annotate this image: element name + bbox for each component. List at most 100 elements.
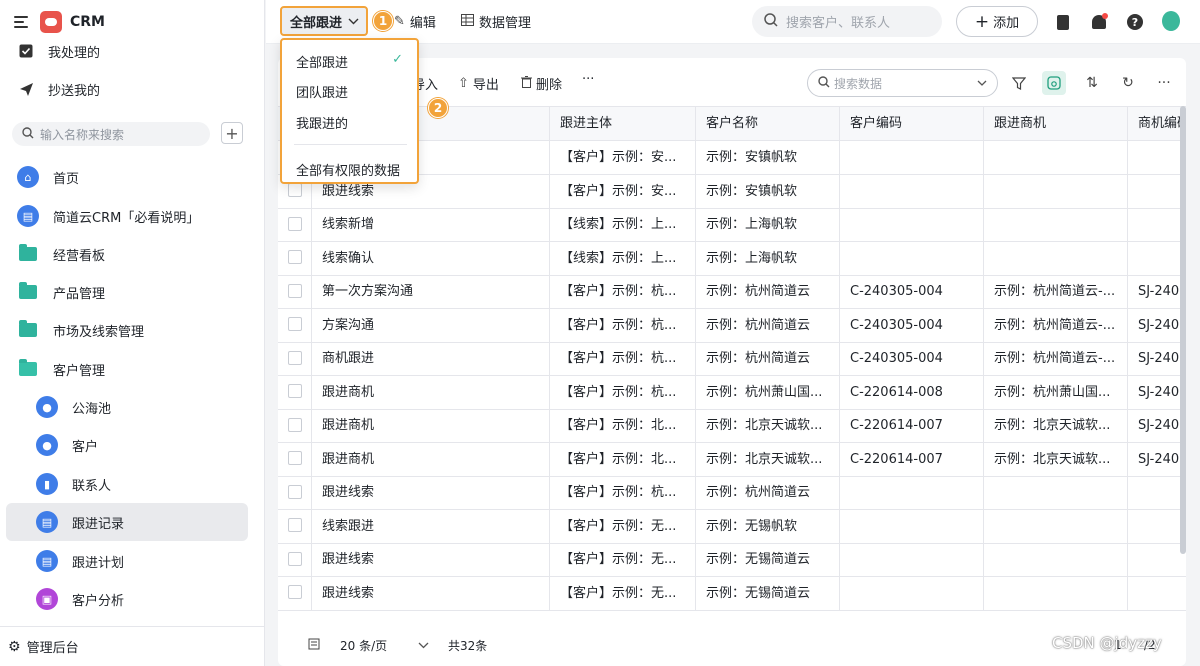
table-row[interactable]: 第一次方案沟通 【客户】示例：杭... 示例：杭州简道云 C-240305-004 示例… [278,275,1186,309]
table-row[interactable]: 方案沟通 【客户】示例：杭... 示例：杭州简道云 C-240305-004 示例：杭州… [278,308,1186,343]
table-cell: 示例：北京天诚软... [696,409,840,443]
data-manage-button[interactable]: 数据管理 [461,12,531,31]
table-row[interactable]: 线索确认 【线索】示例：上... 示例：上海帆软 [278,241,1186,276]
table-cell: 示例：北京天诚软... [984,442,1128,477]
table-row[interactable]: 线索跟进 【客户】示例：无... 示例：无锡帆软 [278,509,1186,544]
add-item-button[interactable]: + [221,122,243,144]
table-cell: 【客户】示例：无... [550,543,696,577]
table-row[interactable]: 跟进线索 【客户】示例：无... 示例：无锡简道云 [278,543,1186,577]
dropdown-item-all[interactable]: 全部跟进 [296,52,348,71]
sidebar-item-contacts[interactable]: ▮ 联系人 [6,465,248,503]
sidebar-item-public-pool[interactable]: ● 公海池 [6,388,248,426]
page-size-select[interactable]: 20 条/页 [340,637,387,654]
table-cell: 示例：安镇帆软 [696,141,840,175]
table-cell: 示例：杭州简道云 [696,308,840,343]
delete-button[interactable]: 删除 [521,74,562,93]
help-icon[interactable]: ? [1126,13,1144,31]
table-cell: 示例：杭州简道云-... [984,308,1128,343]
form-icon: ▤ [36,511,58,533]
global-search-input[interactable]: 搜索客户、联系人 [752,6,942,37]
table-row[interactable]: 线索新增 【线索】示例：上... 示例：上海帆软 [278,208,1186,242]
table-row[interactable]: 跟进商机 【客户】示例：北... 示例：北京天诚软... C-220614-007 示例… [278,442,1186,477]
row-checkbox[interactable] [288,216,302,231]
chevron-down-icon[interactable] [418,639,429,652]
sidebar-item-follow-plans[interactable]: ▤ 跟进计划 [6,542,248,580]
refresh-icon[interactable]: ↻ [1116,71,1140,95]
more-icon[interactable]: ··· [1152,71,1176,95]
sidebar-item-dashboard[interactable]: 经营看板 [6,235,248,273]
sidebar-item-guide[interactable]: ▤ 简道云CRM「必看说明」 [6,197,248,235]
table-cell: 【客户】示例：北... [550,409,696,443]
row-select-cell [278,375,312,410]
sidebar-link-my-handled[interactable]: 我处理的 [18,40,100,62]
dropdown-item-team[interactable]: 团队跟进 [296,82,348,101]
dropdown-item-mine[interactable]: 我跟进的 [296,113,348,132]
table-cell: 【线索】示例：上... [550,241,696,276]
sort-icon[interactable]: ⇅ [1080,71,1104,95]
contact-icon: ▮ [36,473,58,495]
bell-icon[interactable] [1090,13,1108,31]
table-cell: 示例：安镇帆软 [696,174,840,209]
admin-console-link[interactable]: ⚙ 管理后台 [0,626,265,666]
vertical-scrollbar[interactable] [1180,106,1186,554]
table-row[interactable]: 跟进线索 【客户】示例：无... 示例：无锡简道云 [278,576,1186,611]
row-checkbox[interactable] [288,551,302,566]
sidebar-item-follow-records[interactable]: ▤ 跟进记录 [6,503,248,541]
table-row[interactable]: 商机跟进 【客户】示例：杭... 示例：杭州简道云 C-240305-004 示例：杭州… [278,342,1186,376]
row-checkbox[interactable] [288,384,302,398]
table-row[interactable]: 跟进线索 【客户】示例：杭... 示例：杭州简道云 [278,476,1186,510]
row-select-cell [278,576,312,611]
view-selector-button[interactable]: 全部跟进 [280,6,368,36]
row-checkbox[interactable] [288,183,302,197]
row-checkbox[interactable] [288,518,302,532]
table-cell: 示例：杭州简道云 [696,275,840,309]
table-cell: 跟进线索 [312,543,550,577]
sidebar-item-customers[interactable]: ● 客户 [6,426,248,464]
sidebar-item-label: 经营看板 [53,248,106,264]
add-button[interactable]: + 添加 [956,6,1038,37]
more-actions-button[interactable]: ··· [582,72,594,87]
table-cell [984,476,1128,510]
menu-icon[interactable] [14,16,28,28]
data-manage-label: 数据管理 [479,16,532,31]
export-button[interactable]: ⇧ 导出 [458,74,499,93]
header-cell: 跟进主体 [550,107,696,141]
sidebar-item-customer-analysis[interactable]: ▣ 客户分析 [6,580,248,618]
row-checkbox[interactable] [288,250,302,264]
row-checkbox[interactable] [288,484,302,499]
data-search-input[interactable]: 搜索数据 [807,69,998,97]
sidebar-item-home[interactable]: ⌂ 首页 [6,158,248,196]
table-row[interactable]: 跟进商机 【客户】示例：北... 示例：北京天诚软... C-220614-007 示例… [278,409,1186,443]
chevron-down-icon [977,78,987,89]
table-cell: 【客户】示例：安... [550,141,696,175]
add-label: 添加 [993,16,1020,31]
row-checkbox[interactable] [288,417,302,432]
sidebar-item-products[interactable]: 产品管理 [6,273,248,311]
row-checkbox[interactable] [288,283,302,298]
card-view-icon[interactable] [1042,71,1066,95]
edit-button[interactable]: ✎ 编辑 [394,12,436,31]
trash-icon [521,75,532,92]
sidebar-item-marketing[interactable]: 市场及线索管理 [6,311,248,349]
filter-icon[interactable] [1007,71,1031,95]
row-checkbox[interactable] [288,317,302,331]
table-row[interactable]: 跟进商机 【客户】示例：杭... 示例：杭州萧山国... C-220614-008 示例… [278,375,1186,410]
row-checkbox[interactable] [288,350,302,365]
dropdown-item-all-permitted[interactable]: 全部有权限的数据 [296,160,400,179]
row-select-cell [278,241,312,276]
form-icon: ▤ [36,550,58,572]
app-name: CRM [70,14,105,30]
home-icon: ⌂ [17,166,39,188]
row-checkbox[interactable] [288,451,302,465]
avatar[interactable] [1162,11,1180,31]
row-checkbox[interactable] [288,585,302,599]
sidebar-search-input[interactable]: 输入名称来搜索 [12,122,210,146]
sidebar-item-customer-management[interactable]: 客户管理 [6,350,248,388]
table-cell: 示例：杭州简道云-... [984,275,1128,309]
book-icon[interactable] [1054,13,1072,31]
sidebar-link-label: 抄送我的 [48,83,101,99]
sidebar-link-cc-me[interactable]: 抄送我的 [18,78,100,100]
table-cell: 线索确认 [312,241,550,276]
select-page-icon[interactable] [308,638,320,653]
table-cell: C-240305-004 [840,308,984,343]
